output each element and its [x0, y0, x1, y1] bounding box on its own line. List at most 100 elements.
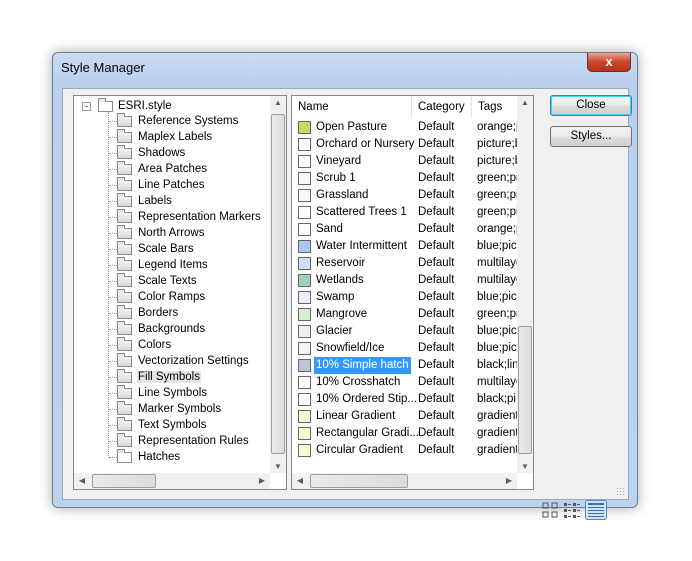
- fill-symbol-swatch-icon: [298, 257, 311, 270]
- symbol-list[interactable]: Name Category Tags Open Pasture Default …: [291, 95, 534, 490]
- symbol-row[interactable]: Orchard or Nursery Default picture;b: [292, 136, 517, 153]
- list-vertical-scrollbar[interactable]: ▲ ▼: [517, 96, 533, 473]
- symbol-row[interactable]: Glacier Default blue;pict: [292, 323, 517, 340]
- folder-icon: [117, 432, 132, 447]
- tree-item[interactable]: North Arrows: [117, 224, 205, 241]
- fill-symbol-swatch-icon: [298, 444, 311, 457]
- scroll-right-arrow[interactable]: ▶: [501, 476, 517, 485]
- tree-item-label: Fill Symbols: [137, 371, 201, 383]
- large-icons-view-icon[interactable]: [540, 500, 560, 520]
- symbol-row[interactable]: Swamp Default blue;pict: [292, 289, 517, 306]
- scroll-thumb[interactable]: [92, 474, 156, 488]
- scroll-up-arrow[interactable]: ▲: [270, 98, 286, 107]
- scroll-up-arrow[interactable]: ▲: [517, 98, 533, 107]
- tree-item[interactable]: Representation Markers: [117, 208, 262, 225]
- list-view-icon[interactable]: [562, 500, 582, 520]
- tree-item[interactable]: Fill Symbols: [117, 368, 201, 385]
- tree-item-label: Shadows: [138, 147, 186, 159]
- symbol-row[interactable]: Wetlands Default multilaye: [292, 272, 517, 289]
- symbol-row[interactable]: Scattered Trees 1 Default green;pi: [292, 204, 517, 221]
- collapse-toggle-icon[interactable]: -: [82, 102, 91, 111]
- fill-symbol-swatch-icon: [298, 291, 311, 304]
- symbol-row[interactable]: Water Intermittent Default blue;pict: [292, 238, 517, 255]
- symbol-tags: blue;pict: [477, 325, 517, 337]
- tree-item[interactable]: Shadows: [117, 144, 186, 161]
- tree-item[interactable]: Line Symbols: [117, 384, 208, 401]
- list-horizontal-scrollbar[interactable]: ◀ ▶: [292, 473, 517, 489]
- close-button[interactable]: Close: [550, 95, 632, 116]
- tree-horizontal-scrollbar[interactable]: ◀ ▶: [74, 473, 270, 489]
- symbol-row[interactable]: Sand Default orange;p: [292, 221, 517, 238]
- tree-item[interactable]: Vectorization Settings: [117, 352, 250, 369]
- symbol-name: Rectangular Gradi...: [316, 427, 419, 439]
- styles-button[interactable]: Styles...: [550, 126, 632, 147]
- symbol-row[interactable]: Linear Gradient Default gradient: [292, 408, 517, 425]
- scroll-thumb[interactable]: [271, 114, 285, 454]
- symbol-name: Scrub 1: [316, 172, 356, 184]
- tree-item[interactable]: Text Symbols: [117, 416, 207, 433]
- tree-item[interactable]: Color Ramps: [117, 288, 206, 305]
- tree-root[interactable]: ESRI.style: [98, 97, 172, 114]
- tree-item[interactable]: Colors: [117, 336, 172, 353]
- folder-icon: [117, 352, 132, 367]
- tree-item[interactable]: Scale Bars: [117, 240, 195, 257]
- symbol-row[interactable]: Open Pasture Default orange;p: [292, 119, 517, 136]
- symbol-row[interactable]: Reservoir Default multilaye: [292, 255, 517, 272]
- symbol-row[interactable]: Scrub 1 Default green;pi: [292, 170, 517, 187]
- tree-item-label: Scale Bars: [138, 243, 194, 255]
- tree-item[interactable]: Scale Texts: [117, 272, 198, 289]
- tree-item[interactable]: Area Patches: [117, 160, 208, 177]
- symbol-tags: black;lin: [477, 359, 517, 371]
- scroll-thumb[interactable]: [310, 474, 408, 488]
- scroll-down-arrow[interactable]: ▼: [517, 462, 533, 471]
- tree-item[interactable]: Legend Items: [117, 256, 209, 273]
- tree-item[interactable]: Reference Systems: [117, 112, 239, 129]
- scroll-right-arrow[interactable]: ▶: [254, 476, 270, 485]
- tree-item[interactable]: Borders: [117, 304, 179, 321]
- tree-item-label: Labels: [138, 195, 172, 207]
- symbol-category: Default: [418, 121, 455, 133]
- symbol-row[interactable]: Snowfield/Ice Default blue;pict: [292, 340, 517, 357]
- tree-item[interactable]: Labels: [117, 192, 173, 209]
- resize-grip[interactable]: [616, 487, 626, 497]
- symbol-row[interactable]: Vineyard Default picture;b: [292, 153, 517, 170]
- symbol-category: Default: [418, 427, 455, 439]
- symbol-name: Grassland: [316, 189, 369, 201]
- tree-item[interactable]: Representation Rules: [117, 432, 250, 449]
- symbol-row[interactable]: 10% Crosshatch Default multilaye: [292, 374, 517, 391]
- symbol-row[interactable]: 10% Simple hatch Default black;lin: [292, 357, 517, 374]
- symbol-row[interactable]: 10% Ordered Stip... Default black;pi: [292, 391, 516, 408]
- scroll-left-arrow[interactable]: ◀: [292, 476, 308, 485]
- column-header-tags[interactable]: Tags: [472, 96, 517, 118]
- tree-item-label: Line Symbols: [138, 387, 208, 399]
- tree-item[interactable]: Hatches: [117, 448, 181, 465]
- details-view-icon[interactable]: [585, 500, 607, 520]
- folder-icon: [117, 288, 132, 303]
- tree-item-label: Marker Symbols: [138, 403, 222, 415]
- tree-item-label: Text Symbols: [138, 419, 207, 431]
- tree-item[interactable]: Backgrounds: [117, 320, 206, 337]
- column-header-name[interactable]: Name: [292, 96, 412, 118]
- style-tree[interactable]: - ESRI.style Reference Systems Maplex La…: [73, 95, 287, 490]
- close-window-button[interactable]: x: [587, 53, 631, 72]
- tree-item[interactable]: Maplex Labels: [117, 128, 213, 145]
- fill-symbol-swatch-icon: [298, 121, 311, 134]
- folder-icon: [117, 448, 132, 463]
- tree-item[interactable]: Marker Symbols: [117, 400, 222, 417]
- symbol-row[interactable]: Rectangular Gradi... Default gradient: [292, 425, 517, 442]
- scroll-down-arrow[interactable]: ▼: [270, 462, 286, 471]
- symbol-category: Default: [418, 138, 455, 150]
- tree-item[interactable]: Line Patches: [117, 176, 206, 193]
- symbol-tags: picture;b: [477, 138, 517, 150]
- symbol-category: Default: [418, 308, 455, 320]
- column-header-category[interactable]: Category: [412, 96, 472, 118]
- symbol-row[interactable]: Mangrove Default green;pi: [292, 306, 517, 323]
- scroll-thumb[interactable]: [518, 326, 532, 454]
- symbol-row[interactable]: Grassland Default green;pi: [292, 187, 517, 204]
- scroll-left-arrow[interactable]: ◀: [74, 476, 90, 485]
- tree-vertical-scrollbar[interactable]: ▲ ▼: [270, 96, 286, 473]
- tree-item-label: Reference Systems: [138, 115, 239, 127]
- symbol-row[interactable]: Circular Gradient Default gradient: [292, 442, 517, 459]
- symbol-tags: black;pi: [477, 393, 516, 405]
- folder-icon: [117, 160, 132, 175]
